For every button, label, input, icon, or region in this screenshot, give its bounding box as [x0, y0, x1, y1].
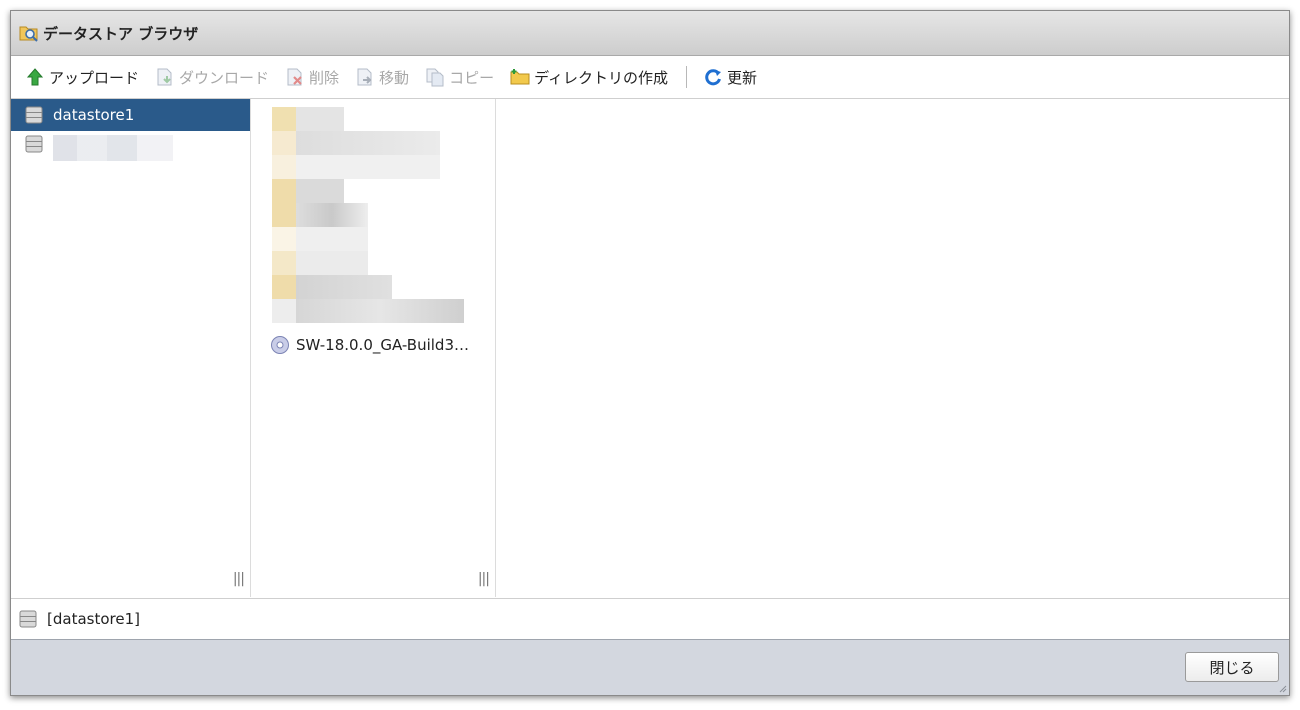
toolbar: アップロード ダウンロード 削除 移動 コピー ディレクトリの作成 更新	[11, 56, 1289, 99]
folder-list: SW-18.0.0_GA-Build3… |||	[252, 99, 496, 597]
download-label: ダウンロード	[179, 68, 270, 87]
refresh-label: 更新	[727, 68, 758, 87]
resize-grip-icon[interactable]	[1279, 685, 1287, 693]
disc-icon	[271, 336, 289, 354]
move-button[interactable]: 移動	[355, 67, 409, 88]
delete-label: 削除	[309, 68, 340, 87]
datastore-browser-dialog: データストア ブラウザ アップロード ダウンロード 削除 移動 コピー ディレク…	[10, 10, 1290, 696]
title-bar[interactable]: データストア ブラウザ	[11, 11, 1289, 56]
new-folder-icon	[510, 69, 530, 85]
datastore-icon	[25, 106, 43, 124]
move-icon	[357, 68, 372, 86]
copy-button[interactable]: コピー	[425, 67, 494, 88]
upload-button[interactable]: アップロード	[25, 67, 139, 88]
datastore-label: datastore1	[53, 106, 135, 124]
toolbar-separator	[686, 66, 688, 88]
upload-label: アップロード	[49, 68, 140, 87]
download-button[interactable]: ダウンロード	[155, 67, 269, 88]
datastore-icon	[25, 135, 43, 153]
pane-resize-grip[interactable]: |||	[478, 571, 490, 587]
file-item[interactable]: SW-18.0.0_GA-Build3…	[270, 335, 469, 355]
datastore-item[interactable]: datastore1	[11, 99, 250, 131]
up-arrow-icon	[26, 68, 44, 86]
datastore-item[interactable]	[11, 131, 250, 175]
delete-icon	[287, 68, 302, 86]
create-directory-button[interactable]: ディレクトリの作成	[510, 67, 668, 88]
create-directory-label: ディレクトリの作成	[534, 68, 669, 87]
file-details-pane	[497, 99, 1289, 597]
copy-label: コピー	[449, 68, 495, 87]
datastore-list: datastore1 |||	[11, 99, 251, 597]
blurred-folder-entries	[272, 107, 482, 325]
refresh-icon	[705, 69, 722, 86]
close-button[interactable]: 閉じる	[1185, 652, 1279, 682]
status-bar: [datastore1]	[11, 598, 1289, 639]
datastore-browser-icon	[19, 26, 38, 42]
file-name: SW-18.0.0_GA-Build3…	[296, 336, 469, 354]
refresh-button[interactable]: 更新	[703, 67, 757, 88]
window-title: データストア ブラウザ	[43, 24, 199, 43]
current-path: [datastore1]	[47, 610, 140, 628]
download-icon	[157, 68, 172, 86]
delete-button[interactable]: 削除	[285, 67, 339, 88]
dialog-footer: 閉じる	[11, 639, 1289, 695]
move-label: 移動	[379, 68, 410, 87]
pane-resize-grip[interactable]: |||	[233, 571, 245, 587]
blurred-datastore-name	[53, 135, 173, 161]
browser-panes: datastore1 ||| SW-18.0.0_GA-Build3… |||	[11, 99, 1289, 597]
copy-icon	[426, 68, 444, 87]
datastore-icon	[19, 610, 37, 628]
